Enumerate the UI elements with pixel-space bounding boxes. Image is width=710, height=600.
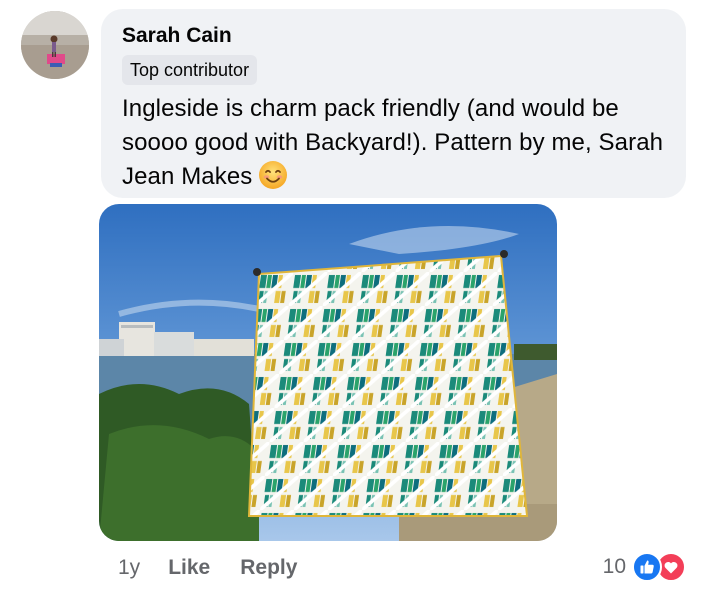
reply-button[interactable]: Reply xyxy=(240,556,297,580)
smiling-face-icon xyxy=(258,160,288,190)
quilt-photo-image xyxy=(99,204,557,541)
comment-bubble: Sarah Cain Top contributor Ingleside is … xyxy=(101,9,686,198)
author-name[interactable]: Sarah Cain xyxy=(122,23,666,49)
top-contributor-badge: Top contributor xyxy=(122,55,258,85)
reactions-summary[interactable]: 10 xyxy=(603,551,686,583)
like-reaction-icon xyxy=(632,552,662,582)
comment-text: Ingleside is charm pack friendly (and wo… xyxy=(122,92,666,194)
like-button[interactable]: Like xyxy=(168,556,210,580)
reaction-count: 10 xyxy=(602,555,626,578)
comment-actions: 1y Like Reply xyxy=(118,553,327,583)
timestamp[interactable]: 1y xyxy=(118,556,140,580)
avatar-photo xyxy=(21,11,89,79)
comment-body: Ingleside is charm pack friendly (and wo… xyxy=(122,95,664,190)
attached-quilt-photo[interactable] xyxy=(99,204,557,541)
avatar[interactable] xyxy=(21,11,89,79)
reaction-icons xyxy=(632,552,686,582)
